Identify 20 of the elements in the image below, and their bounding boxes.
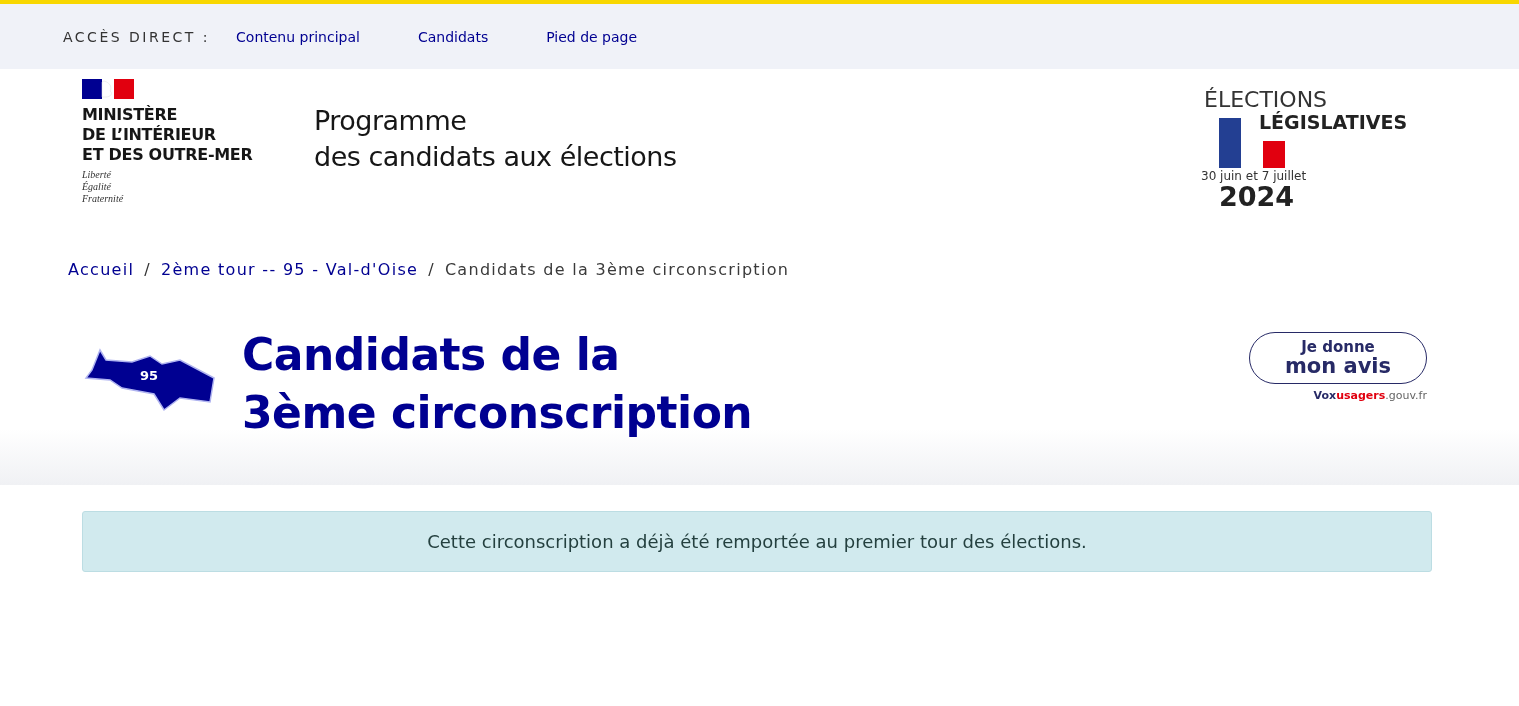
breadcrumb-link[interactable]: 2ème tour -- 95 - Val-d'Oise	[160, 260, 419, 279]
breadcrumb-separator: /	[144, 260, 151, 279]
skip-link[interactable]: Contenu principal	[236, 28, 360, 45]
service-title: Programme des candidats aux élections	[314, 104, 678, 174]
alert-message: Cette circonscription a déjà été remportée au premier tour des élections.	[427, 531, 1087, 552]
skip-link[interactable]: Pied de page	[546, 28, 638, 45]
election-logo-title: ÉLECTIONS	[1204, 87, 1328, 112]
breadcrumb-link[interactable]: Accueil	[68, 260, 135, 279]
voxusagers-link[interactable]: Voxusagers.gouv.fr	[1313, 389, 1427, 402]
motto: Liberté Égalité Fraternité	[82, 169, 125, 205]
department-number: 95	[140, 368, 159, 383]
breadcrumb-link[interactable]: Candidats de la 3ème circonscription	[444, 260, 790, 279]
page-title: Candidats de la 3ème circonscription	[242, 328, 754, 440]
breadcrumb-separator: /	[428, 260, 435, 279]
election-logo-subtitle: LÉGISLATIVES	[1259, 111, 1408, 133]
flag-logo-icon	[82, 79, 134, 99]
skip-link[interactable]: Candidats	[417, 28, 489, 45]
election-dates: 30 juin et 7 juillet	[1201, 169, 1307, 183]
ministry-name: MINISTÈRE DE L’INTÉRIEUR ET DES OUTRE-MER	[82, 105, 254, 165]
skip-links-label: ACCÈS DIRECT :	[63, 28, 211, 45]
